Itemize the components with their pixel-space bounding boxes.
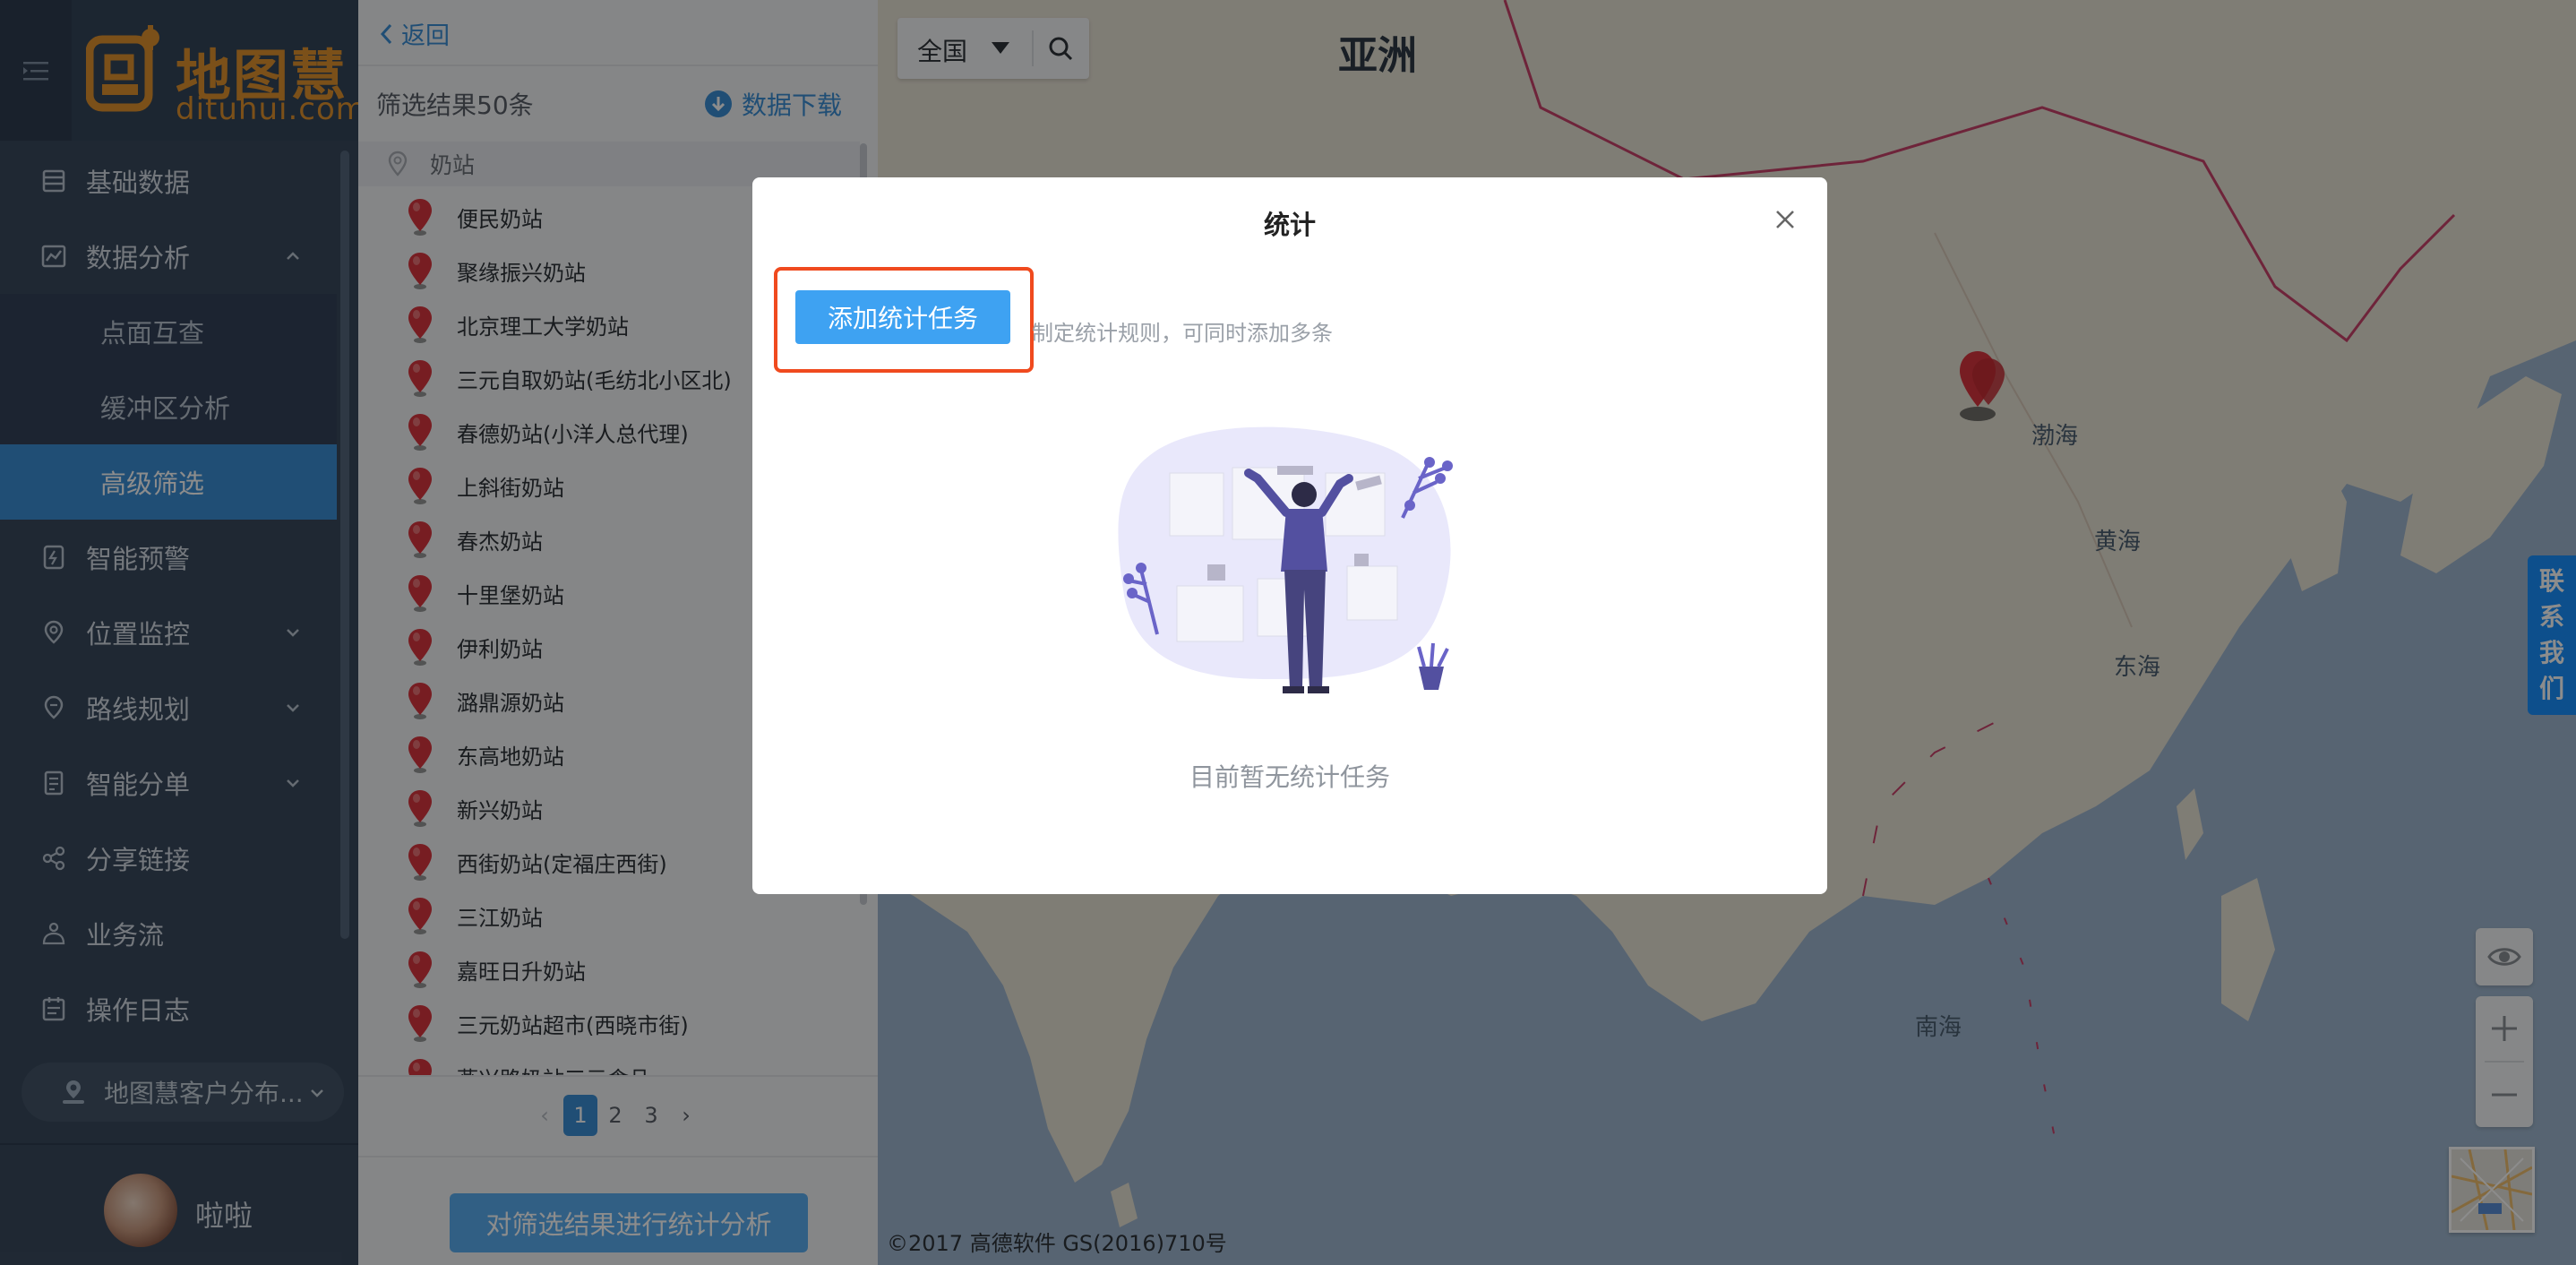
modal-title: 统计 — [1263, 210, 1316, 240]
close-icon[interactable] — [1770, 204, 1800, 235]
empty-state-text: 目前暂无统计任务 — [1189, 762, 1390, 792]
add-statistics-task-button[interactable]: 添加统计任务 — [795, 290, 1010, 344]
empty-state-illustration — [1118, 426, 1453, 693]
add-task-hint: 制定统计规则，可同时添加多条 — [1032, 321, 1333, 346]
statistics-modal: 统计 添加统计任务 制定统计规则，可同时添加多条 目前暂无统计任务 — [752, 177, 1827, 894]
